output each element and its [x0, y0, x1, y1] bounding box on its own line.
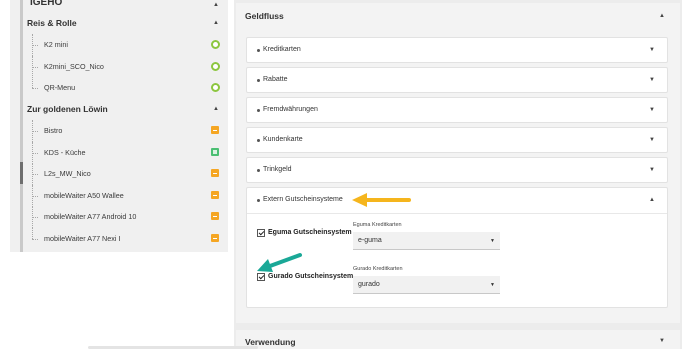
chevron-down-icon: ▼ — [490, 282, 495, 288]
eguma-kreditkarten-select[interactable]: e-guma ▼ — [353, 232, 500, 250]
tree-connector — [32, 217, 38, 218]
chevron-down-icon[interactable]: ▼ — [649, 167, 655, 173]
tree-item[interactable]: mobileWaiter A77 Nexi I — [23, 228, 228, 250]
tree-item[interactable]: K2 mini — [23, 34, 228, 56]
tree-connector — [32, 77, 33, 88]
chevron-down-icon[interactable]: ▼ — [649, 77, 655, 83]
status-ring-icon — [211, 40, 220, 49]
accordion-rabatte[interactable]: Rabatte ▼ — [246, 67, 668, 93]
tree-item[interactable]: KDS - Küche — [23, 142, 228, 164]
tree-connector — [32, 88, 38, 89]
tree-item[interactable]: mobileWaiter A50 Wallee — [23, 185, 228, 207]
select-value: gurado — [358, 281, 380, 288]
tree-connector — [32, 131, 38, 132]
tree-item-label: K2 mini — [44, 40, 68, 49]
bullet-icon — [257, 139, 260, 142]
tree-root-label: IGEHO — [30, 0, 63, 8]
eguma-field-label: Eguma Kreditkarten — [353, 222, 402, 228]
chevron-down-icon: ▼ — [490, 238, 495, 244]
accordion-kundenkarte[interactable]: Kundenkarte ▼ — [246, 127, 668, 153]
gurado-field-label: Gurado Kreditkarten — [353, 266, 403, 272]
tree-group-reis-rolle[interactable]: Reis & Rolle ▲ — [23, 12, 228, 34]
select-value: e-guma — [358, 237, 382, 244]
chevron-up-icon[interactable]: ▲ — [649, 197, 655, 203]
status-warning-icon — [211, 212, 219, 220]
status-ring-icon — [211, 83, 220, 92]
bullet-icon — [257, 79, 260, 82]
accordion-extern-gutscheinsysteme[interactable]: Extern Gutscheinsysteme ▲ Eguma Gutschei… — [246, 187, 668, 308]
chevron-down-icon[interactable]: ▼ — [649, 47, 655, 53]
status-ok-icon — [211, 148, 219, 156]
tree-connector — [32, 174, 38, 175]
tree-item[interactable]: mobileWaiter A77 Android 10 — [23, 206, 228, 228]
status-warning-icon — [211, 191, 219, 199]
bullet-icon — [257, 169, 260, 172]
bullet-icon — [257, 199, 260, 202]
tree-item[interactable]: K2mini_SCO_Nico — [23, 56, 228, 78]
tree-item-label: mobileWaiter A77 Android 10 — [44, 212, 137, 221]
accordion-label: Fremdwährungen — [263, 106, 318, 113]
eguma-checkbox-label: Eguma Gutscheinsystem — [268, 229, 352, 236]
tree-connector — [32, 239, 38, 240]
tree-item-label: mobileWaiter A50 Wallee — [44, 191, 124, 200]
accordion-trinkgeld[interactable]: Trinkgeld ▼ — [246, 157, 668, 183]
tree-item-label: L2s_MW_Nico — [44, 169, 91, 178]
tree-connector — [32, 153, 38, 154]
tree-item-label: QR-Menu — [44, 83, 76, 92]
accordion-fremdwaehrungen[interactable]: Fremdwährungen ▼ — [246, 97, 668, 123]
tree-group-label: Zur goldenen Löwin — [27, 104, 108, 114]
geldfluss-section: Geldfluss ▲ Kreditkarten ▼ Rabatte ▼ Fre… — [236, 3, 680, 323]
status-ring-icon — [211, 62, 220, 71]
accordion-label: Extern Gutscheinsysteme — [263, 196, 343, 203]
status-warning-icon — [211, 169, 219, 177]
status-warning-icon — [211, 126, 219, 134]
eguma-checkbox[interactable] — [257, 229, 265, 237]
accordion-label: Rabatte — [263, 76, 288, 83]
chevron-down-icon[interactable]: ▼ — [649, 137, 655, 143]
location-tree: IGEHO ▲ Reis & Rolle ▲ K2 mini K2mini_SC… — [10, 0, 228, 252]
accordion-label: Trinkgeld — [263, 166, 292, 173]
tree-item[interactable]: QR-Menu — [23, 77, 228, 99]
accordion-kreditkarten[interactable]: Kreditkarten ▼ — [246, 37, 668, 63]
tree-connector — [32, 45, 38, 46]
gurado-checkbox[interactable] — [257, 273, 265, 281]
chevron-down-icon[interactable]: ▼ — [659, 338, 665, 344]
chevron-up-icon[interactable]: ▲ — [213, 106, 219, 112]
gurado-kreditkarten-select[interactable]: gurado ▼ — [353, 276, 500, 294]
tree-group-label: Reis & Rolle — [27, 18, 77, 28]
divider — [247, 213, 667, 214]
tree-item-label: Bistro — [44, 126, 63, 135]
tree-connector — [32, 67, 38, 68]
tree-item[interactable]: L2s_MW_Nico — [23, 163, 228, 185]
tree-item-label: K2mini_SCO_Nico — [44, 62, 104, 71]
tree-connector — [32, 196, 38, 197]
chevron-up-icon[interactable]: ▲ — [213, 2, 219, 8]
accordion-label: Kreditkarten — [263, 46, 301, 53]
chevron-up-icon[interactable]: ▲ — [213, 20, 219, 26]
chevron-down-icon[interactable]: ▼ — [649, 107, 655, 113]
accordion-label: Kundenkarte — [263, 136, 303, 143]
gurado-checkbox-label: Gurado Gutscheinsystem — [268, 273, 354, 280]
chevron-up-icon[interactable]: ▲ — [659, 13, 665, 19]
tree-item[interactable]: Bistro — [23, 120, 228, 142]
verwendung-section[interactable]: Verwendung ▼ — [236, 330, 680, 349]
page: IGEHO ▲ Reis & Rolle ▲ K2 mini K2mini_SC… — [0, 0, 688, 349]
tree-group-zur-goldenen-loewin[interactable]: Zur goldenen Löwin ▲ — [23, 98, 228, 120]
bullet-icon — [257, 49, 260, 52]
bullet-icon — [257, 109, 260, 112]
status-warning-icon — [211, 234, 219, 242]
section-title: Geldfluss — [245, 11, 284, 21]
tree-item-label: mobileWaiter A77 Nexi I — [44, 234, 121, 243]
tree-connector — [32, 228, 33, 239]
tree-item-label: KDS - Küche — [44, 148, 86, 157]
